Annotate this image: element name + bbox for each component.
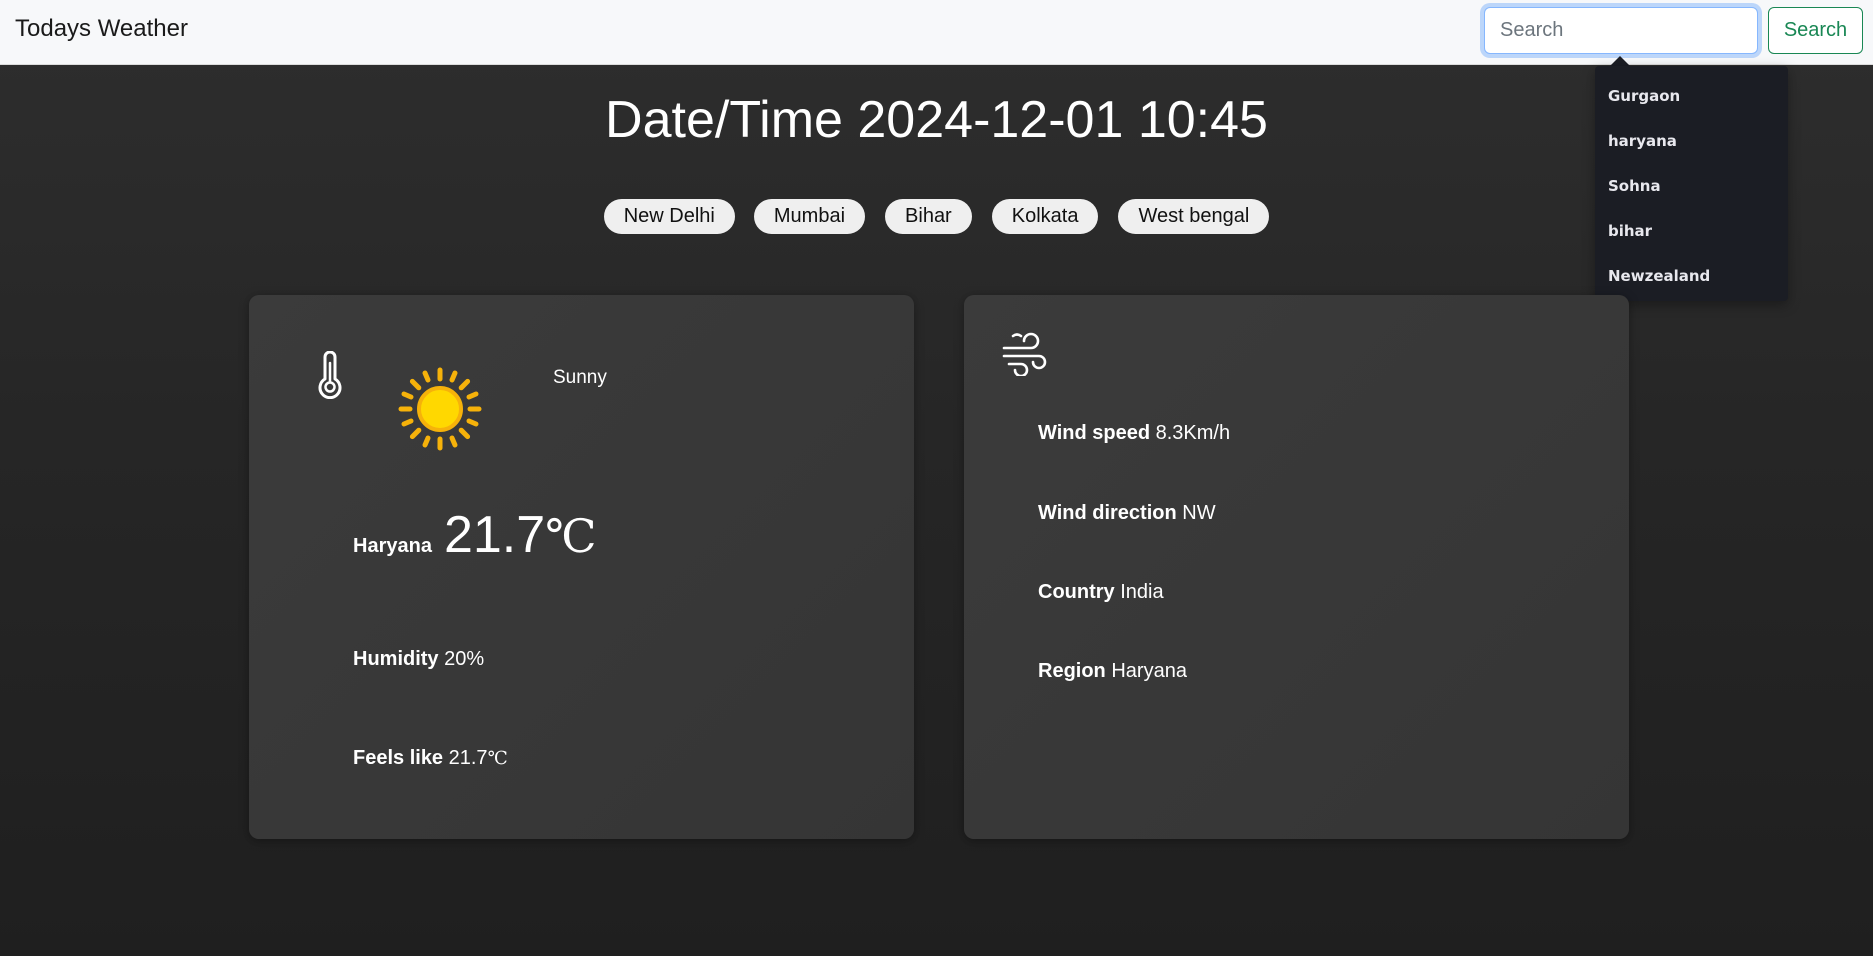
datetime-heading: Date/Time 2024-12-01 10:45 <box>605 91 1268 149</box>
wind-direction-label: Wind direction <box>1038 502 1183 524</box>
temperature-row: Haryana 21.7 ℃ <box>353 505 597 565</box>
sun-icon <box>398 367 482 456</box>
navbar: Todays Weather Search <box>0 0 1873 65</box>
feels-like-label: Feels like <box>353 747 449 769</box>
region-label: Region <box>1038 660 1112 682</box>
city-button-bihar[interactable]: Bihar <box>885 199 972 234</box>
search-input[interactable] <box>1484 7 1758 54</box>
city-buttons: New Delhi Mumbai Bihar Kolkata West beng… <box>0 199 1873 234</box>
suggestions-caret <box>1610 56 1630 66</box>
suggestion-item[interactable]: Newzealand <box>1595 256 1788 301</box>
temperature-unit: ℃ <box>545 509 597 563</box>
feels-like-unit: ℃ <box>487 748 508 769</box>
wind-direction-stat: Wind direction NW <box>1038 502 1216 525</box>
wind-icon <box>1001 332 1051 381</box>
humidity-label: Humidity <box>353 648 445 670</box>
region-value: Haryana <box>1111 660 1187 682</box>
feels-like-stat: Feels like 21.7℃ <box>353 747 508 770</box>
city-button-kolkata[interactable]: Kolkata <box>991 199 1099 234</box>
city-button-new-delhi[interactable]: New Delhi <box>603 199 735 234</box>
thermometer-icon <box>315 350 345 404</box>
location-name: Haryana <box>353 535 432 557</box>
app-brand[interactable]: Todays Weather <box>15 15 188 43</box>
humidity-stat: Humidity 20% <box>353 648 484 671</box>
wind-speed-value: 8.3Km/h <box>1155 422 1231 444</box>
wind-speed-stat: Wind speed 8.3Km/h <box>1038 422 1230 445</box>
search-button[interactable]: Search <box>1768 7 1863 54</box>
temperature-card: Sunny Haryana 21.7 ℃ Humidity 20% Feels … <box>249 295 914 839</box>
weather-condition: Sunny <box>553 367 607 388</box>
city-button-west-bengal[interactable]: West bengal <box>1118 199 1270 234</box>
country-label: Country <box>1038 581 1121 603</box>
temperature-value: 21.7 <box>443 506 546 564</box>
wind-direction-value: NW <box>1182 502 1216 524</box>
wind-card: Wind speed 8.3Km/h Wind direction NW Cou… <box>964 295 1629 839</box>
wind-speed-label: Wind speed <box>1038 422 1156 444</box>
region-stat: Region Haryana <box>1038 660 1187 683</box>
feels-like-value: 21.7 <box>448 747 488 769</box>
humidity-value: 20% <box>444 648 485 670</box>
country-value: India <box>1120 581 1164 603</box>
country-stat: Country India <box>1038 581 1164 604</box>
city-button-mumbai[interactable]: Mumbai <box>753 199 866 234</box>
